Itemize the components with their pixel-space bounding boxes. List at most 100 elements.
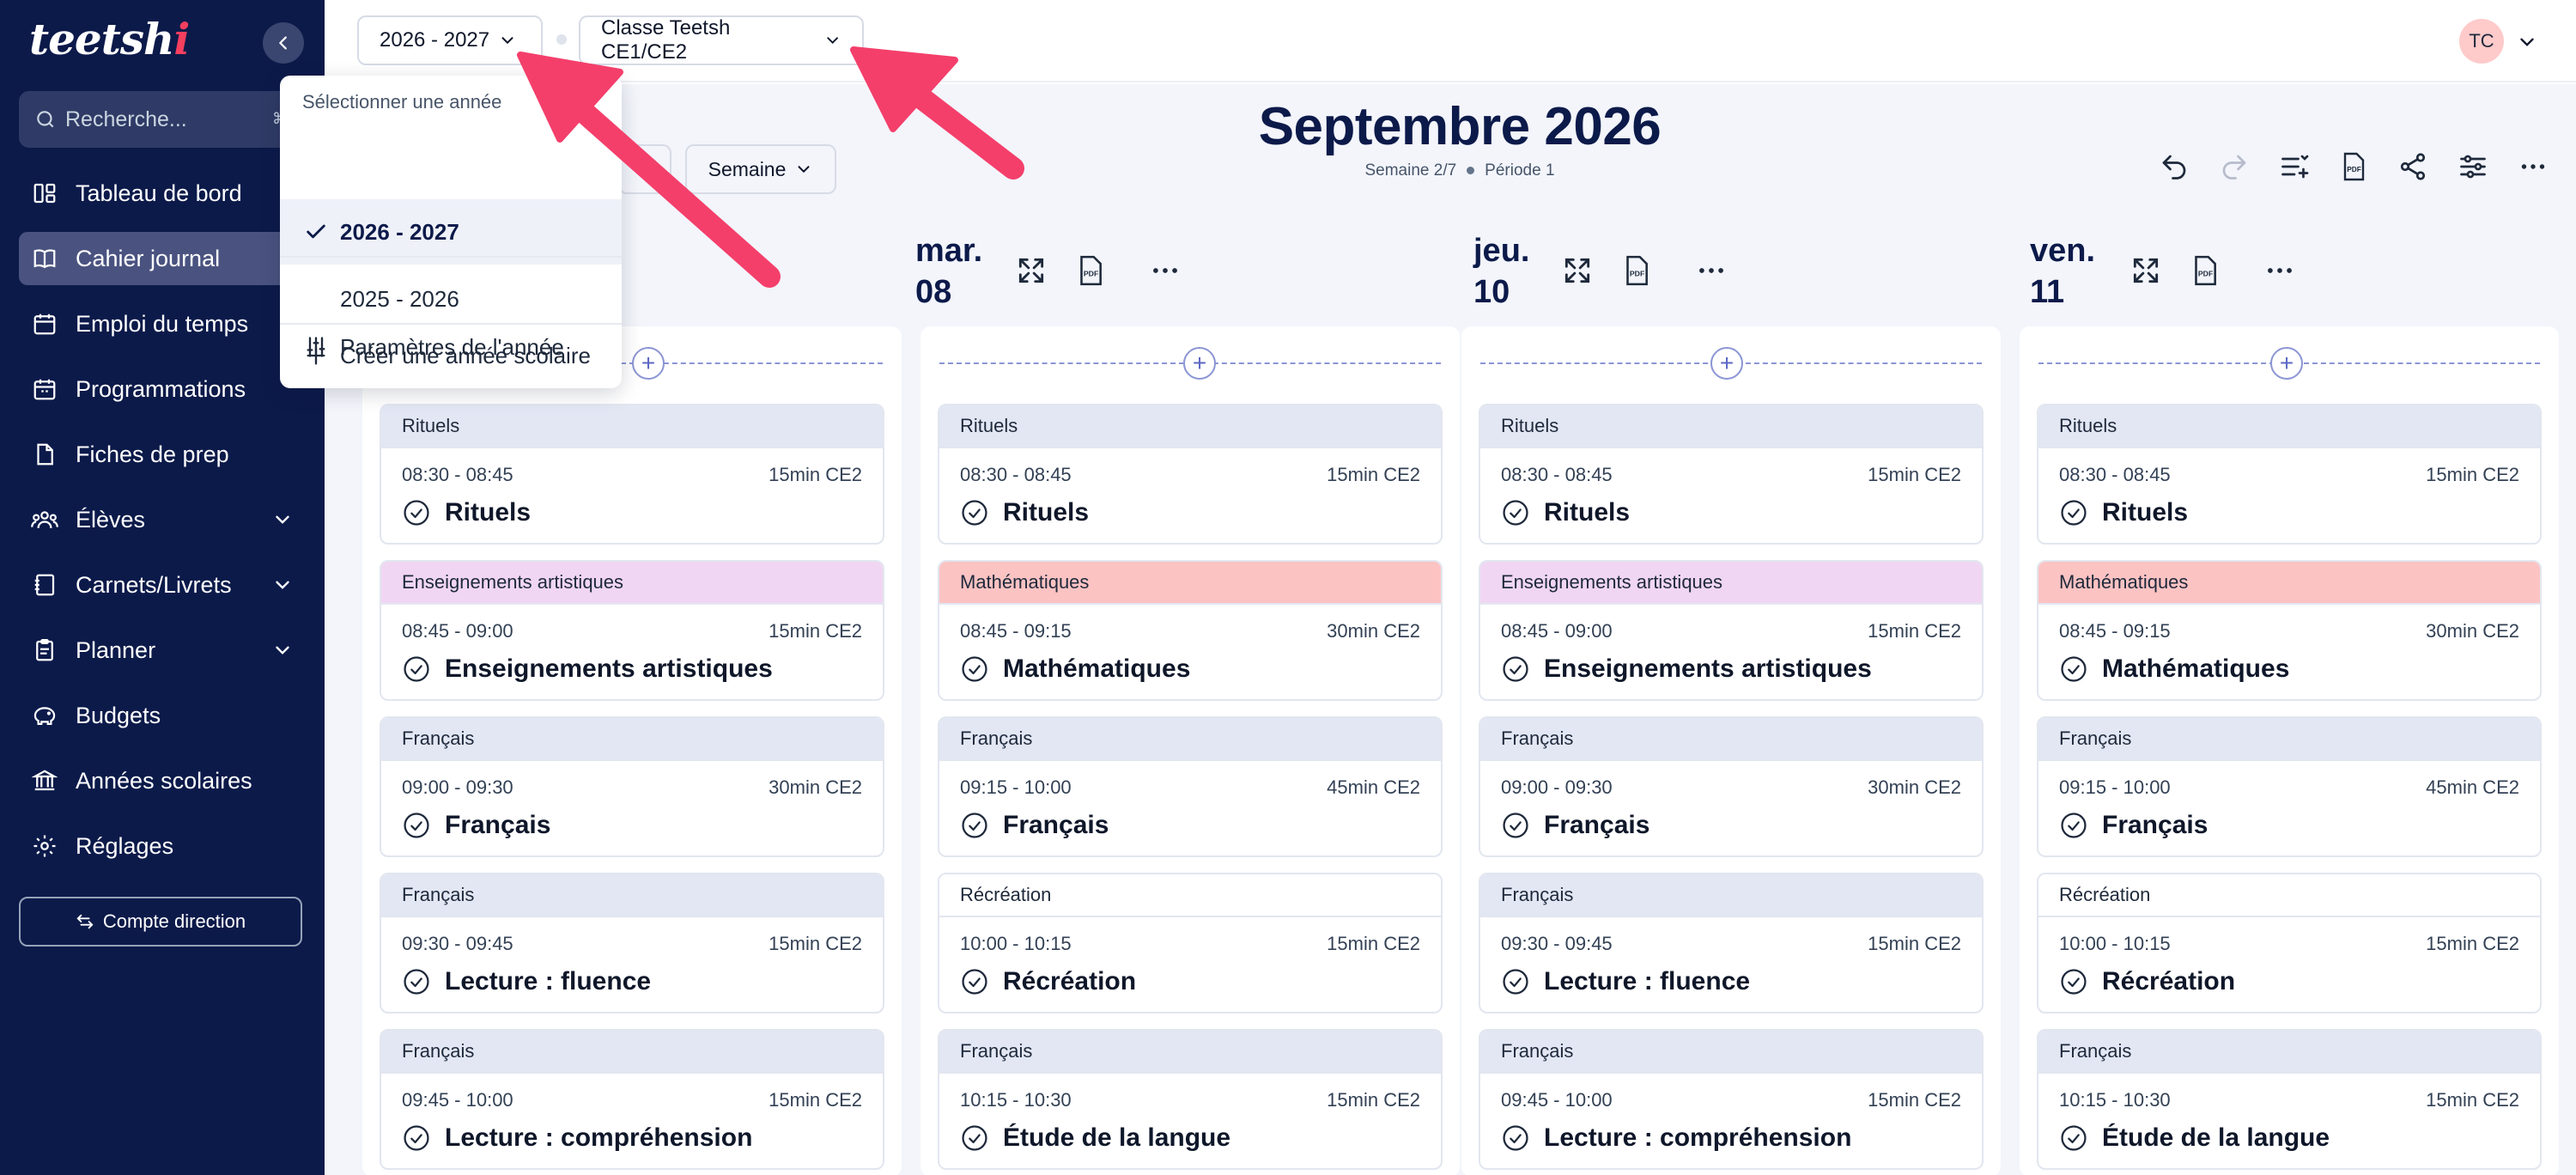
sidebar-item-annees-scolaires[interactable]: Années scolaires (19, 754, 311, 807)
schedule-slot[interactable]: Français 10:15 - 10:30 15min CE2 Étude de l… (938, 1029, 1443, 1170)
schedule-slot[interactable]: Récréation 10:00 - 10:15 15min CE2 Récréati… (2037, 873, 2542, 1014)
check-circle-icon[interactable] (960, 811, 989, 840)
check-circle-icon[interactable] (2059, 967, 2088, 996)
more-icon[interactable] (1695, 254, 1728, 287)
pdf-icon[interactable]: PDF (1619, 254, 1652, 287)
undo-icon[interactable] (2159, 151, 2190, 182)
expand-icon[interactable] (1015, 254, 1048, 287)
search-input[interactable]: Recherche... ⌘ K (19, 91, 311, 148)
more-icon[interactable] (2263, 254, 2296, 287)
check-circle-icon[interactable] (402, 654, 431, 684)
sidebar-item-emploi-du-temps[interactable]: Emploi du temps (19, 297, 311, 350)
schedule-slot[interactable]: Français 09:00 - 09:30 30min CE2 Français (380, 716, 884, 857)
share-icon[interactable] (2397, 151, 2428, 182)
add-slot-button[interactable]: + (2270, 347, 2303, 380)
collapse-sidebar-button[interactable] (263, 22, 304, 64)
check-circle-icon[interactable] (402, 967, 431, 996)
schedule-slot[interactable]: Mathématiques 08:45 - 09:15 30min CE2 Mathé… (938, 560, 1443, 701)
svg-text:PDF: PDF (2347, 166, 2361, 174)
dropdown-year-2026-2027[interactable]: 2026 - 2027 (280, 199, 622, 265)
pdf-icon[interactable]: PDF (2337, 151, 2368, 182)
add-slot-button[interactable]: + (632, 347, 665, 380)
pdf-icon[interactable]: PDF (2188, 254, 2221, 287)
avatar[interactable]: TC (2459, 19, 2504, 64)
check-circle-icon[interactable] (2059, 498, 2088, 527)
check-circle-icon[interactable] (960, 1123, 989, 1153)
list-add-icon[interactable] (2279, 151, 2310, 182)
more-icon[interactable] (2518, 151, 2549, 182)
schedule-slot[interactable]: Récréation 10:00 - 10:15 15min CE2 Récréati… (938, 873, 1443, 1014)
slot-time: 09:45 - 10:00 (1501, 1089, 1613, 1111)
check-circle-icon[interactable] (960, 498, 989, 527)
schedule-slot[interactable]: Français 09:15 - 10:00 45min CE2 Français (2037, 716, 2542, 857)
sidebar: teetshi Recherche... ⌘ K Tableau de bord… (0, 0, 325, 1175)
check-circle-icon[interactable] (2059, 811, 2088, 840)
check-circle-icon[interactable] (1501, 654, 1530, 684)
sidebar-item-tableau-de-bord[interactable]: Tableau de bord (19, 167, 311, 220)
slot-time: 09:15 - 10:00 (2059, 776, 2171, 798)
schedule-slot[interactable]: Français 09:45 - 10:00 15min CE2 Lecture : … (380, 1029, 884, 1170)
check-circle-icon[interactable] (1501, 811, 1530, 840)
schedule-slot[interactable]: Rituels 08:30 - 08:45 15min CE2 Rituels (938, 404, 1443, 545)
sidebar-item-programmations[interactable]: Programmations (19, 362, 311, 416)
more-icon[interactable] (1149, 254, 1182, 287)
check-circle-icon[interactable] (2059, 654, 2088, 684)
slot-duration: 30min CE2 (1868, 776, 1961, 798)
schedule-slot[interactable]: Rituels 08:30 - 08:45 15min CE2 Rituels (1479, 404, 1984, 545)
sidebar-item-budgets[interactable]: Budgets (19, 689, 311, 742)
check-circle-icon[interactable] (960, 654, 989, 684)
check-circle-icon[interactable] (1501, 1123, 1530, 1153)
schedule-slot[interactable]: Mathématiques 08:45 - 09:15 30min CE2 Mathé… (2037, 560, 2542, 701)
slot-duration: 15min CE2 (1327, 1089, 1420, 1111)
dropdown-create-year[interactable]: Créer une année scolaire (280, 323, 622, 388)
pdf-icon[interactable]: PDF (1073, 254, 1106, 287)
schedule-slot[interactable]: Rituels 08:30 - 08:45 15min CE2 Rituels (2037, 404, 2542, 545)
schedule-slot[interactable]: Français 09:45 - 10:00 15min CE2 Lecture : … (1479, 1029, 1984, 1170)
schedule-slot[interactable]: Français 10:15 - 10:30 15min CE2 Étude de l… (2037, 1029, 2542, 1170)
expand-icon[interactable] (2129, 254, 2162, 287)
day-actions: PDF (2129, 254, 2296, 287)
class-select[interactable]: Classe Teetsh CE1/CE2 (579, 15, 864, 65)
check-circle-icon[interactable] (402, 1123, 431, 1153)
add-slot-button[interactable]: + (1183, 347, 1216, 380)
slot-time: 09:45 - 10:00 (402, 1089, 513, 1111)
view-select[interactable]: Semaine (685, 144, 836, 194)
slot-category: Rituels (1480, 405, 1982, 448)
sidebar-item-cahier-journal[interactable]: Cahier journal (19, 232, 311, 285)
year-select[interactable]: 2026 - 2027 (357, 15, 543, 65)
slot-title: Mathématiques (2059, 654, 2289, 684)
sidebar-item-carnets-livrets[interactable]: Carnets/Livrets (19, 558, 311, 612)
check-circle-icon[interactable] (402, 498, 431, 527)
schedule-slot[interactable]: Enseignements artistiques 08:45 - 09:00 15… (1479, 560, 1984, 701)
slot-time: 08:45 - 09:00 (402, 620, 513, 642)
check-circle-icon[interactable] (402, 811, 431, 840)
sliders-icon[interactable] (2458, 151, 2488, 182)
compte-direction-button[interactable]: Compte direction (19, 897, 302, 947)
redo-icon[interactable] (2219, 151, 2250, 182)
add-slot-button[interactable]: + (1710, 347, 1743, 380)
sidebar-item-fiches-de-prep[interactable]: Fiches de prep (19, 428, 311, 481)
expand-icon[interactable] (1561, 254, 1594, 287)
slot-title: Mathématiques (960, 654, 1190, 684)
sidebar-item-reglages[interactable]: Réglages (19, 819, 311, 873)
slot-category: Français (939, 718, 1441, 761)
day-header-vendredi: ven. 11 (2030, 233, 2096, 310)
schedule-slot[interactable]: Français 09:30 - 09:45 15min CE2 Lecture : … (1479, 873, 1984, 1014)
sidebar-item-eleves[interactable]: Élèves (19, 493, 311, 546)
day-header-jeudi: jeu. 10 (1473, 233, 1530, 310)
day-column: + Rituels 08:30 - 08:45 15min CE2 Rituels Ens… (1461, 326, 2001, 1175)
schedule-slot[interactable]: Français 09:30 - 09:45 15min CE2 Lecture : … (380, 873, 884, 1014)
check-circle-icon[interactable] (1501, 498, 1530, 527)
schedule-slot[interactable]: Français 09:15 - 10:00 45min CE2 Français (938, 716, 1443, 857)
check-circle-icon[interactable] (1501, 967, 1530, 996)
app-logo[interactable]: teetshi (29, 14, 190, 65)
sidebar-item-planner[interactable]: Planner (19, 624, 311, 677)
schedule-slot[interactable]: Rituels 08:30 - 08:45 15min CE2 Rituels (380, 404, 884, 545)
previous-week-button[interactable] (618, 144, 671, 194)
schedule-slot[interactable]: Enseignements artistiques 08:45 - 09:00 15… (380, 560, 884, 701)
check-circle-icon[interactable] (960, 967, 989, 996)
check-circle-icon[interactable] (2059, 1123, 2088, 1153)
chevron-down-icon[interactable] (2516, 31, 2538, 53)
slot-category: Français (381, 718, 883, 761)
schedule-slot[interactable]: Français 09:00 - 09:30 30min CE2 Français (1479, 716, 1984, 857)
